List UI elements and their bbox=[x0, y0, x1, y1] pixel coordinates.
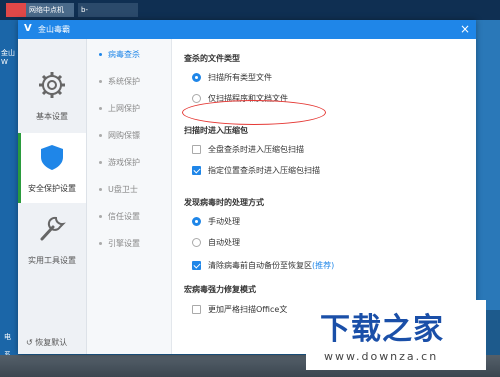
rail-label: 安全保护设置 bbox=[28, 184, 76, 193]
subnav-label: 上网保护 bbox=[108, 104, 140, 113]
section-heading-repair: 宏病毒强力修复模式 bbox=[184, 285, 256, 294]
radio-control[interactable] bbox=[192, 94, 201, 103]
desktop-taskbar-top: 网络中点机 b- bbox=[0, 0, 500, 20]
subnav-label: 系统保护 bbox=[108, 77, 140, 86]
checkbox-control[interactable] bbox=[192, 166, 201, 175]
wrench-icon bbox=[40, 216, 66, 241]
rail-item-security[interactable]: 安全保护设置 bbox=[18, 133, 86, 203]
recommend-note: (推荐) bbox=[312, 261, 335, 270]
backup-label: 清除病毒前自动备份至恢复区 bbox=[208, 261, 312, 270]
subnav-label: 游戏保护 bbox=[108, 158, 140, 167]
desktop-tab[interactable]: b- bbox=[78, 3, 138, 17]
radio-control[interactable] bbox=[192, 73, 201, 82]
checkbox-control[interactable] bbox=[192, 305, 201, 314]
bullet-icon bbox=[99, 107, 102, 110]
subnav-item-game-protect[interactable]: 游戏保护 bbox=[87, 153, 171, 173]
close-button[interactable]: × bbox=[460, 22, 470, 36]
window-titlebar[interactable]: V 金山毒霸 × bbox=[18, 20, 476, 39]
rail-item-basic[interactable]: 基本设置 bbox=[18, 61, 86, 131]
category-rail: 基本设置 安全保护设置 实用工具设置 ↺ 恢复默认 bbox=[18, 39, 87, 354]
subnav-label: 病毒查杀 bbox=[108, 50, 140, 59]
bullet-icon bbox=[99, 134, 102, 137]
option-label: 扫描所有类型文件 bbox=[208, 73, 272, 82]
window-title: 金山毒霸 bbox=[38, 25, 70, 34]
desktop-right-panel bbox=[476, 20, 500, 310]
desktop-tab[interactable]: 网络中点机 bbox=[26, 3, 74, 17]
checkbox-control[interactable] bbox=[192, 145, 201, 154]
radio-control[interactable] bbox=[192, 217, 201, 226]
bullet-icon bbox=[99, 80, 102, 83]
option-label: 手动处理 bbox=[208, 217, 240, 226]
watermark: 下载之家 www.downza.cn bbox=[306, 300, 486, 370]
section-heading-archives: 扫描时进入压缩包 bbox=[184, 126, 248, 135]
desktop-left-panel: 金山W 电 系 bbox=[0, 20, 18, 377]
option-label: 更加严格扫描Office文 bbox=[208, 305, 288, 314]
subnav-item-trust-settings[interactable]: 信任设置 bbox=[87, 207, 171, 227]
app-logo-icon: V bbox=[24, 23, 32, 34]
rail-label: 实用工具设置 bbox=[28, 256, 76, 265]
shield-icon bbox=[41, 145, 63, 170]
rail-item-tools[interactable]: 实用工具设置 bbox=[18, 205, 86, 275]
subnav-item-engine-settings[interactable]: 引擎设置 bbox=[87, 234, 171, 254]
subnav-item-usb-guard[interactable]: U盘卫士 bbox=[87, 180, 171, 200]
watermark-url: www.downza.cn bbox=[324, 350, 439, 363]
bullet-icon bbox=[99, 161, 102, 164]
bullet-icon bbox=[99, 188, 102, 191]
subnav-item-shopping-guard[interactable]: 网购保镖 bbox=[87, 126, 171, 146]
radio-control[interactable] bbox=[192, 238, 201, 247]
option-label: 清除病毒前自动备份至恢复区(推荐) bbox=[208, 260, 334, 272]
subnav-item-web-protect[interactable]: 上网保护 bbox=[87, 99, 171, 119]
section-heading-scan-types: 查杀的文件类型 bbox=[184, 54, 240, 63]
subnav-label: U盘卫士 bbox=[108, 185, 138, 194]
checkbox-control[interactable] bbox=[192, 261, 201, 270]
bullet-icon bbox=[99, 242, 102, 245]
restore-icon: ↺ bbox=[26, 338, 33, 347]
bullet-icon bbox=[99, 53, 102, 56]
subnav-item-system-protect[interactable]: 系统保护 bbox=[87, 72, 171, 92]
subnav-label: 引擎设置 bbox=[108, 239, 140, 248]
subnav-item-virus-scan[interactable]: 病毒查杀 bbox=[87, 45, 171, 65]
restore-defaults-button[interactable]: ↺ 恢复默认 bbox=[26, 337, 67, 348]
highlight-ellipse bbox=[182, 100, 326, 125]
bullet-icon bbox=[99, 215, 102, 218]
option-label: 指定位置查杀时进入压缩包扫描 bbox=[208, 166, 320, 175]
desktop-tab[interactable] bbox=[6, 3, 26, 17]
watermark-title: 下载之家 bbox=[320, 312, 444, 347]
option-label: 自动处理 bbox=[208, 238, 240, 247]
rail-label: 基本设置 bbox=[36, 112, 68, 121]
option-label: 全盘查杀时进入压缩包扫描 bbox=[208, 145, 304, 154]
section-heading-handling: 发现病毒时的处理方式 bbox=[184, 198, 264, 207]
gear-icon bbox=[39, 72, 65, 98]
restore-label: 恢复默认 bbox=[35, 338, 68, 347]
sub-navigation: 病毒查杀 系统保护 上网保护 网购保镖 游戏保护 U盘卫士 信任设置 引擎设置 bbox=[87, 39, 172, 354]
subnav-label: 信任设置 bbox=[108, 212, 140, 221]
desktop-left-label: 金山W bbox=[1, 49, 15, 66]
desktop-left-item[interactable]: 电 bbox=[4, 332, 11, 342]
subnav-label: 网购保镖 bbox=[108, 131, 140, 140]
